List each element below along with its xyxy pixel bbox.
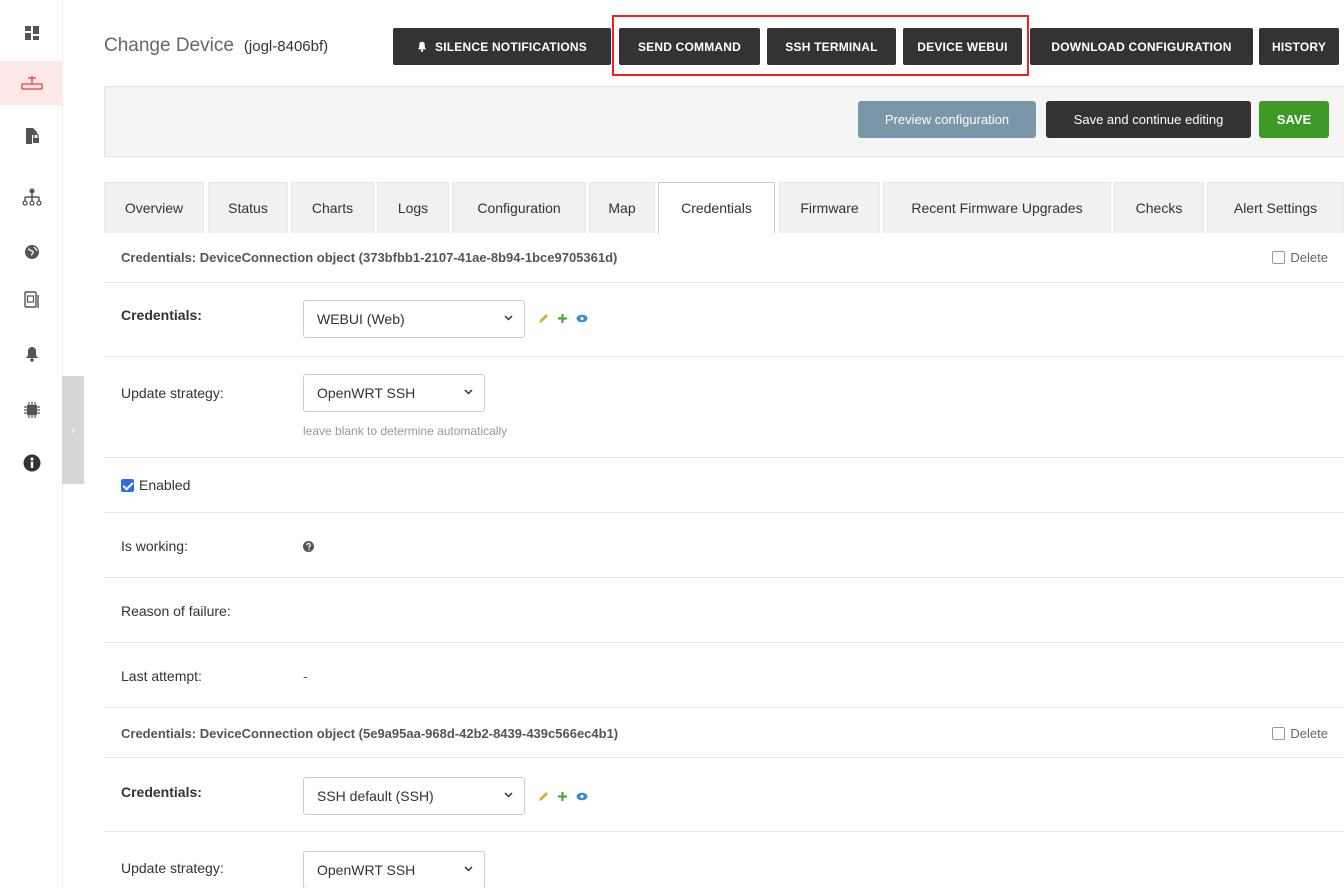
related-actions: [538, 791, 588, 802]
update-strategy-label: Update strategy:: [121, 385, 224, 401]
tab-status[interactable]: Status: [208, 182, 288, 233]
chevron-down-icon: [504, 315, 513, 321]
sidebar-item-devices[interactable]: [0, 61, 63, 105]
connection-1-header-row: Credentials: DeviceConnection object (37…: [104, 233, 1344, 283]
enabled-field[interactable]: Enabled: [121, 477, 190, 493]
connection-1-update-strategy-row: Update strategy: OpenWRT SSH leave blank…: [104, 357, 1344, 458]
globe-icon: [24, 245, 39, 259]
sidebar: [0, 0, 63, 888]
sidebar-toggle[interactable]: ›: [62, 376, 84, 484]
credentials-select-value: SSH default (SSH): [317, 788, 434, 804]
update-strategy-label: Update strategy:: [121, 860, 224, 876]
sidebar-item-notifications[interactable]: [0, 332, 63, 376]
sidebar-item-geo[interactable]: [0, 230, 63, 274]
tab-recent-firmware-upgrades[interactable]: Recent Firmware Upgrades: [883, 182, 1111, 233]
plus-icon[interactable]: [557, 313, 568, 324]
related-actions: [538, 313, 588, 324]
connection-1-credentials-row: Credentials: WEBUI (Web): [104, 283, 1344, 357]
sidebar-item-pki[interactable]: [0, 278, 63, 322]
tab-checks[interactable]: Checks: [1114, 182, 1204, 233]
update-strategy-select[interactable]: OpenWRT SSH: [303, 851, 485, 888]
connection-1-header: Credentials: DeviceConnection object (37…: [121, 250, 618, 265]
file-lock-icon: [25, 128, 39, 144]
sidebar-item-dashboard[interactable]: [0, 11, 63, 55]
sidebar-item-info[interactable]: [0, 441, 63, 485]
last-attempt-value: -: [303, 668, 308, 684]
reason-of-failure-label: Reason of failure:: [121, 603, 231, 619]
credentials-label: Credentials:: [121, 784, 202, 800]
update-strategy-select-value: OpenWRT SSH: [317, 862, 416, 878]
enabled-checkbox[interactable]: [121, 478, 134, 492]
save-continue-button[interactable]: Save and continue editing: [1046, 101, 1251, 138]
dashboard-icon: [24, 26, 39, 40]
enabled-label: Enabled: [139, 477, 191, 493]
network-topology-icon: [21, 188, 42, 206]
info-icon: [23, 454, 40, 472]
connection-2-credentials-row: Credentials: SSH default (SSH): [104, 758, 1344, 832]
is-working-label: Is working:: [121, 538, 188, 554]
delete-checkbox[interactable]: [1272, 251, 1286, 264]
chevron-down-icon: [464, 389, 473, 395]
tab-credentials[interactable]: Credentials: [658, 182, 775, 234]
delete-label: Delete: [1290, 726, 1328, 741]
credentials-select-value: WEBUI (Web): [317, 311, 405, 327]
page-header: Change Device (jogl-8406bf): [104, 24, 328, 68]
connection-1-last-attempt-row: Last attempt: -: [104, 643, 1344, 708]
download-configuration-button[interactable]: DOWNLOAD CONFIGURATION: [1030, 28, 1253, 65]
device-name: (jogl-8406bf): [243, 37, 329, 55]
connection-1-is-working-row: Is working:: [104, 513, 1344, 578]
router-icon: [20, 76, 43, 90]
bell-icon: [417, 41, 427, 52]
update-strategy-select[interactable]: OpenWRT SSH: [303, 374, 485, 412]
pencil-icon[interactable]: [538, 791, 549, 802]
save-button[interactable]: SAVE: [1259, 101, 1329, 138]
tab-map[interactable]: Map: [589, 182, 655, 233]
credentials-label: Credentials:: [121, 307, 202, 323]
bell-icon: [25, 347, 38, 362]
highlight-box: [612, 15, 1029, 76]
connection-2-header: Credentials: DeviceConnection object (5e…: [121, 726, 619, 741]
eye-icon[interactable]: [576, 314, 588, 323]
connection-1-reason-row: Reason of failure:: [104, 578, 1344, 643]
sidebar-item-templates[interactable]: [0, 114, 63, 158]
preview-configuration-button[interactable]: Preview configuration: [858, 101, 1036, 138]
eye-icon[interactable]: [576, 792, 588, 801]
connection-2-delete[interactable]: Delete: [1272, 726, 1328, 741]
sidebar-item-firmware[interactable]: [0, 388, 63, 432]
tab-charts[interactable]: Charts: [291, 182, 374, 233]
connection-1-delete[interactable]: Delete: [1272, 250, 1328, 265]
update-strategy-help: leave blank to determine automatically: [303, 424, 508, 438]
tab-configuration[interactable]: Configuration: [452, 182, 586, 233]
connection-1-enabled-row: Enabled: [104, 458, 1344, 513]
credentials-select[interactable]: WEBUI (Web): [303, 300, 525, 338]
sidebar-item-topology[interactable]: [0, 175, 63, 219]
pencil-icon[interactable]: [538, 313, 549, 324]
silence-notifications-button[interactable]: SILENCE NOTIFICATIONS: [393, 28, 611, 65]
silence-notifications-label: SILENCE NOTIFICATIONS: [435, 39, 587, 54]
plus-icon[interactable]: [557, 791, 568, 802]
unknown-status-icon: [303, 541, 314, 552]
last-attempt-label: Last attempt:: [121, 668, 202, 684]
tab-firmware[interactable]: Firmware: [779, 182, 880, 233]
page-title: Change Device: [104, 35, 234, 56]
delete-checkbox[interactable]: [1272, 727, 1286, 740]
connection-2-update-strategy-row: Update strategy: OpenWRT SSH: [104, 832, 1344, 888]
sim-card-icon: [23, 291, 39, 308]
delete-label: Delete: [1290, 250, 1328, 265]
tab-logs[interactable]: Logs: [377, 182, 449, 233]
chevron-down-icon: [464, 866, 473, 872]
chevron-down-icon: [504, 792, 513, 798]
tab-alert-settings[interactable]: Alert Settings: [1207, 182, 1344, 233]
history-button[interactable]: HISTORY: [1259, 28, 1339, 65]
credentials-select[interactable]: SSH default (SSH): [303, 777, 525, 815]
connection-2-header-row: Credentials: DeviceConnection object (5e…: [104, 708, 1344, 758]
tab-overview[interactable]: Overview: [104, 182, 204, 233]
chip-icon: [23, 402, 40, 418]
update-strategy-select-value: OpenWRT SSH: [317, 385, 416, 401]
